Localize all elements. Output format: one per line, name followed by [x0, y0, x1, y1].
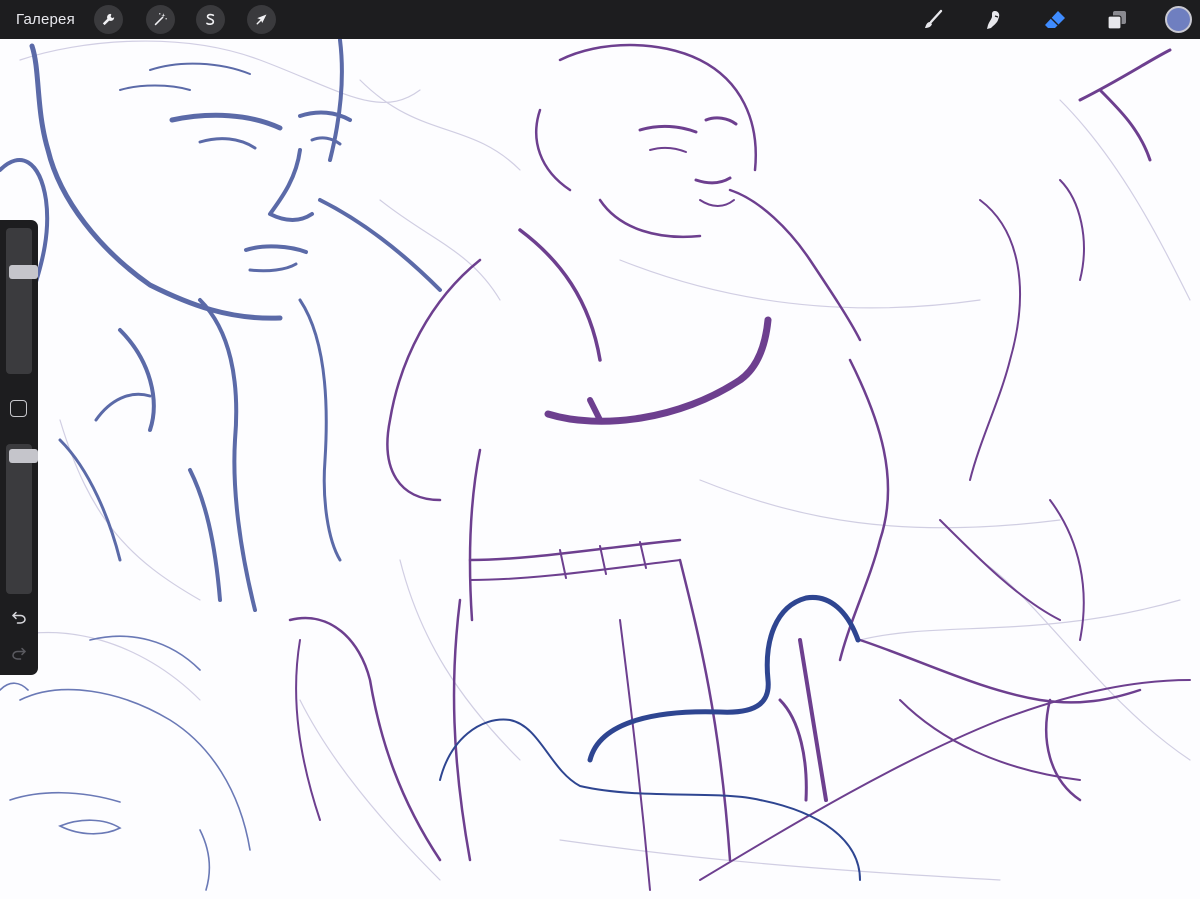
selection-s-icon [206, 13, 215, 26]
magic-wand-icon [154, 13, 167, 26]
smudge-finger-icon [986, 10, 999, 29]
arrow-cursor-icon [256, 14, 267, 25]
layers-button[interactable] [1101, 4, 1132, 35]
brush-size-slider[interactable] [6, 228, 38, 374]
modify-button[interactable] [10, 400, 27, 417]
adjustments-button[interactable] [146, 5, 175, 34]
smudge-tool-button[interactable] [978, 4, 1009, 35]
current-color-swatch[interactable] [1165, 6, 1192, 33]
brush-size-thumb[interactable] [9, 265, 38, 279]
gallery-button[interactable]: Галерея [16, 0, 75, 39]
layers-icon [1106, 10, 1126, 30]
top-toolbar: Галерея [0, 0, 1200, 39]
undo-icon [12, 611, 26, 624]
brush-icon [924, 9, 942, 28]
wrench-icon [102, 13, 115, 26]
actions-button[interactable] [94, 5, 123, 34]
undo-button[interactable] [8, 606, 30, 628]
left-sidebar [0, 220, 38, 675]
redo-icon [12, 647, 26, 660]
opacity-thumb[interactable] [9, 449, 38, 463]
transform-button[interactable] [247, 5, 276, 34]
sketch-artwork [0, 38, 1191, 891]
eraser-icon [1044, 10, 1065, 28]
brush-tool-button[interactable] [917, 4, 948, 35]
drawing-canvas[interactable] [0, 0, 1200, 899]
selection-button[interactable] [196, 5, 225, 34]
eraser-tool-button[interactable] [1039, 4, 1070, 35]
redo-button[interactable] [8, 642, 30, 664]
opacity-slider[interactable] [6, 444, 38, 594]
